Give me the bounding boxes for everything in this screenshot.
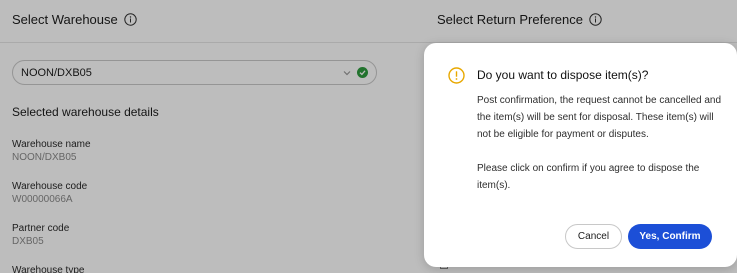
dialog-paragraph: Post confirmation, the request cannot be…: [477, 95, 722, 140]
dispose-confirm-dialog: Do you want to dispose item(s)? Post con…: [424, 43, 737, 267]
cancel-button[interactable]: Cancel: [565, 224, 622, 249]
confirm-button[interactable]: Yes, Confirm: [628, 224, 712, 249]
dialog-paragraph: Please click on confirm if you agree to …: [477, 163, 700, 191]
dialog-body: Post confirmation, the request cannot be…: [477, 92, 722, 194]
warning-circle-icon: [448, 67, 465, 84]
dialog-title: Do you want to dispose item(s)?: [477, 68, 649, 82]
